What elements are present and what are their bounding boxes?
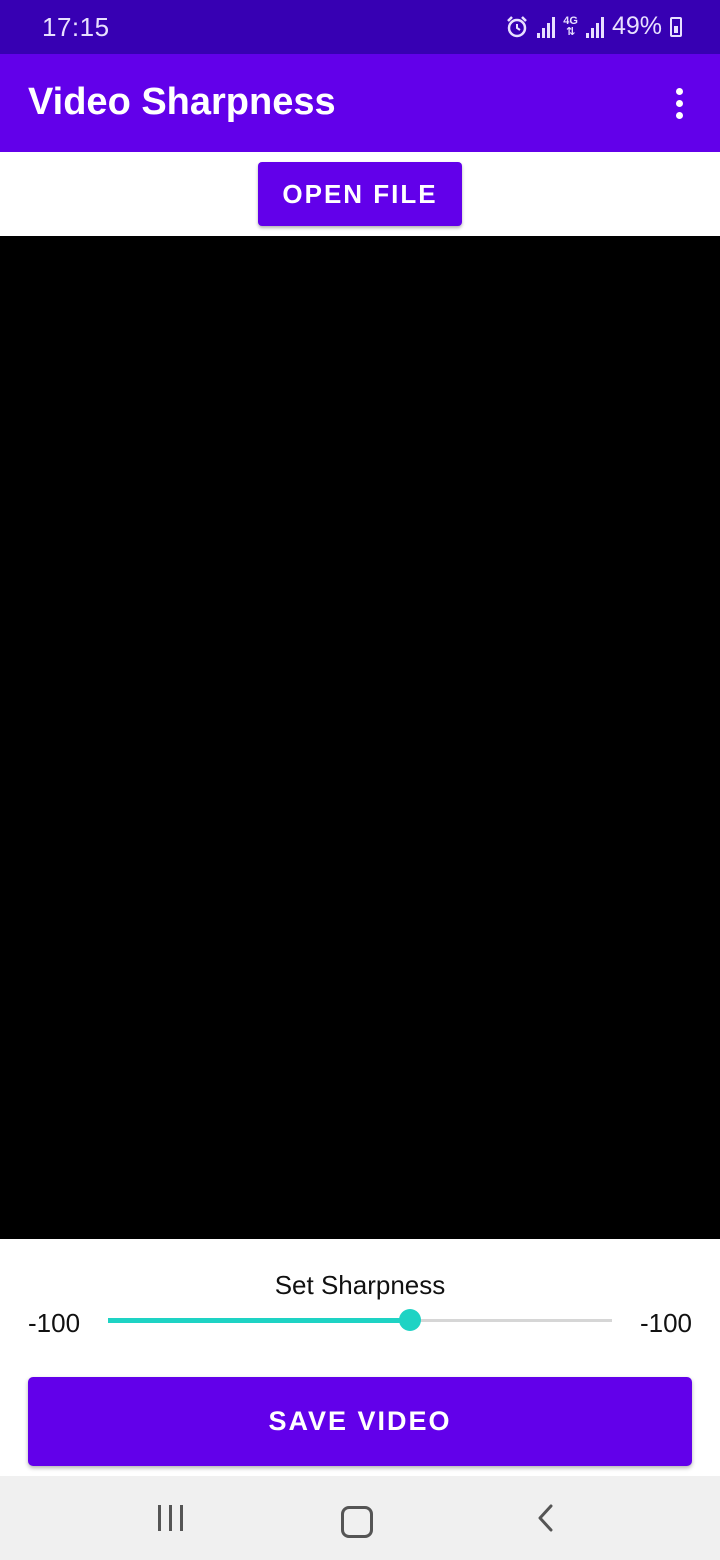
slider-thumb[interactable] bbox=[399, 1309, 422, 1331]
save-video-button[interactable]: SAVE VIDEO bbox=[28, 1377, 692, 1466]
status-icons: 4G ⇅ 49% bbox=[505, 12, 682, 41]
status-time: 17:15 bbox=[42, 12, 110, 42]
video-preview[interactable] bbox=[0, 236, 720, 1239]
slider-fill bbox=[108, 1318, 411, 1323]
alarm-icon bbox=[507, 15, 528, 37]
signal-icon bbox=[537, 16, 556, 38]
4g-data-icon: 4G ⇅ bbox=[563, 14, 578, 38]
open-file-button[interactable]: OPEN FILE bbox=[258, 162, 462, 226]
back-icon[interactable] bbox=[532, 1502, 562, 1534]
sharpness-label: Set Sharpness bbox=[274, 1270, 446, 1300]
more-vert-icon[interactable] bbox=[658, 82, 700, 124]
slider-min-label: -100 bbox=[28, 1308, 81, 1338]
battery-percentage: 49% bbox=[611, 12, 662, 40]
signal-icon bbox=[585, 16, 604, 38]
navigation-bar bbox=[0, 1476, 720, 1560]
recents-icon[interactable] bbox=[150, 1502, 190, 1534]
home-icon[interactable] bbox=[341, 1506, 373, 1538]
app-title: Video Sharpness bbox=[28, 81, 336, 123]
sharpness-slider[interactable] bbox=[108, 1304, 612, 1336]
app-bar: Video Sharpness bbox=[0, 54, 720, 152]
slider-max-label: -100 bbox=[639, 1308, 692, 1338]
status-bar: 17:15 4G ⇅ 49% bbox=[0, 0, 720, 54]
battery-charging-icon bbox=[670, 16, 682, 37]
